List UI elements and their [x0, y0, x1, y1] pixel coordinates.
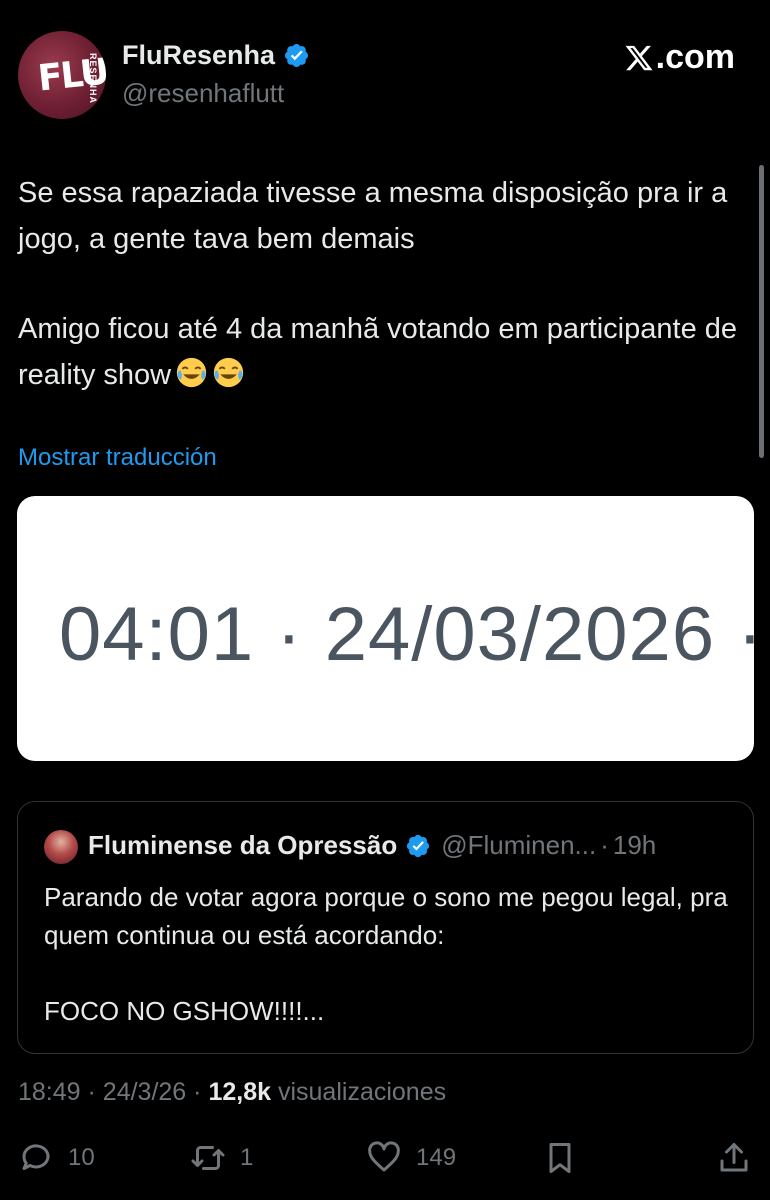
face-with-tears-of-joy-icon: [176, 357, 207, 388]
scrollbar[interactable]: [759, 165, 764, 458]
x-brand-label: .com: [655, 38, 735, 76]
verified-badge-icon: [407, 834, 430, 857]
author-name-row: FluResenha: [122, 40, 310, 71]
quoted-tweet[interactable]: Fluminense da Opressão @Fluminen... · 19…: [17, 801, 754, 1054]
views-label: visualizaciones: [277, 1078, 447, 1106]
like-button[interactable]: 149: [366, 1140, 456, 1176]
x-logo-icon: [625, 45, 653, 70]
tweet-paragraph-text: Amigo ficou até 4 da manhã votando em pa…: [18, 313, 738, 391]
quoted-author-avatar: [44, 830, 78, 864]
share-icon: [720, 1143, 748, 1172]
author-display-name[interactable]: FluResenha: [122, 40, 275, 71]
meta-separator: ·: [87, 1078, 96, 1106]
share-button[interactable]: [716, 1140, 752, 1176]
tweet-image[interactable]: 04:01 · 24/03/2026 ·: [17, 496, 754, 761]
views-count: 12,8k: [208, 1078, 272, 1106]
quoted-text: Parando de votar agora porque o sono me …: [44, 878, 734, 1030]
avatar-logo-side-text: RESENHA: [88, 53, 98, 105]
bookmark-button[interactable]: [542, 1140, 578, 1176]
show-translation-link[interactable]: Mostrar traducción: [18, 444, 217, 472]
quoted-paragraph: Parando de votar agora porque o sono me …: [44, 882, 728, 950]
author-handle[interactable]: @resenhaflutt: [122, 78, 284, 109]
tweet-date[interactable]: 24/3/26: [103, 1078, 186, 1106]
face-with-tears-of-joy-icon: [213, 357, 244, 388]
quoted-header: Fluminense da Opressão @Fluminen... · 19…: [88, 830, 656, 861]
bookmark-icon: [549, 1143, 571, 1173]
reply-button[interactable]: 10: [18, 1140, 95, 1176]
quoted-separator: ·: [600, 830, 609, 860]
retweet-count: 1: [240, 1144, 254, 1171]
reply-icon: [22, 1144, 50, 1170]
retweet-button[interactable]: 1: [190, 1140, 253, 1176]
quoted-handle: @Fluminen...: [441, 830, 597, 860]
action-bar: 10 1 149: [0, 1140, 770, 1180]
quoted-display-name: Fluminense da Opressão: [88, 830, 398, 860]
meta-separator: ·: [193, 1078, 202, 1106]
retweet-icon: [191, 1146, 225, 1170]
tweet-text: Se essa rapaziada tivesse a mesma dispos…: [18, 170, 748, 398]
author-avatar[interactable]: FLU RESENHA: [18, 31, 106, 119]
quoted-time: 19h: [612, 830, 657, 860]
tweet-meta: 18:49 · 24/3/26 · 12,8k visualizaciones: [18, 1078, 446, 1107]
x-brand: .com: [624, 38, 735, 77]
quoted-paragraph: FOCO NO GSHOW!!!!...: [44, 996, 325, 1026]
reply-count: 10: [68, 1144, 95, 1171]
tweet-paragraph: Amigo ficou até 4 da manhã votando em pa…: [18, 306, 748, 398]
heart-icon: [368, 1141, 400, 1172]
tweet-paragraph: Se essa rapaziada tivesse a mesma dispos…: [18, 177, 728, 255]
like-count: 149: [416, 1144, 457, 1171]
verified-badge-icon: [285, 43, 309, 68]
tweet-time[interactable]: 18:49: [18, 1078, 81, 1106]
image-timestamp-text: 04:01 · 24/03/2026 ·: [59, 592, 754, 677]
